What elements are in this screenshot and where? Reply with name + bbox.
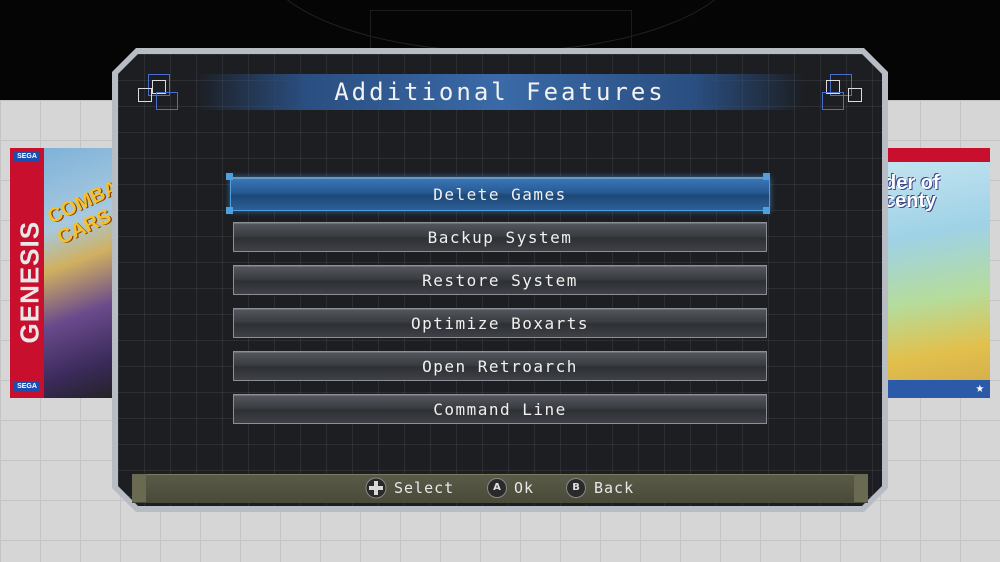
dpad-icon bbox=[365, 477, 387, 499]
boxart-artwork: COMBAT CARS bbox=[44, 148, 120, 398]
deco-squares-right-icon bbox=[822, 74, 862, 114]
menu-item-delete-games[interactable]: Delete Games bbox=[230, 177, 770, 211]
hint-select-label: Select bbox=[394, 479, 455, 497]
sega-logo-top: SEGA bbox=[14, 152, 40, 162]
boxart-right[interactable]: der of centy ★ bbox=[880, 148, 990, 398]
hint-back-label: Back bbox=[594, 479, 635, 497]
menu-item-open-retroarch[interactable]: Open Retroarch bbox=[233, 351, 767, 381]
selection-handle bbox=[763, 207, 770, 214]
footer-cap-right bbox=[854, 474, 868, 502]
boxart-top-strip bbox=[880, 148, 990, 162]
menu-item-command-line[interactable]: Command Line bbox=[233, 394, 767, 424]
boxart-title: der of centy bbox=[884, 172, 940, 212]
boxart-title: COMBAT CARS bbox=[44, 171, 120, 250]
b-button-icon[interactable]: B bbox=[566, 478, 586, 498]
background-frame bbox=[370, 10, 632, 52]
hint-ok-label: Ok bbox=[514, 479, 535, 497]
screen: SEGA GENESIS SEGA COMBAT CARS der of cen… bbox=[0, 0, 1000, 562]
menu-item-optimize-boxarts[interactable]: Optimize Boxarts bbox=[233, 308, 767, 338]
selection-handle bbox=[226, 207, 233, 214]
selection-handle bbox=[226, 173, 233, 180]
a-button-icon[interactable]: A bbox=[487, 478, 507, 498]
star-icon: ★ bbox=[975, 380, 984, 396]
selection-handle bbox=[763, 173, 770, 180]
boxart-bottom-strip bbox=[880, 380, 990, 398]
menu-item-restore-system[interactable]: Restore System bbox=[233, 265, 767, 295]
footer-cap-left bbox=[132, 474, 146, 502]
sega-logo-bottom: SEGA bbox=[14, 382, 40, 392]
deco-squares-left-icon bbox=[138, 74, 178, 114]
boxart-spine: SEGA GENESIS SEGA bbox=[10, 148, 45, 398]
menu-item-backup-system[interactable]: Backup System bbox=[233, 222, 767, 252]
platform-label: GENESIS bbox=[14, 220, 45, 344]
dialog-title: Additional Features bbox=[334, 78, 666, 106]
boxart-left[interactable]: SEGA GENESIS SEGA COMBAT CARS bbox=[10, 148, 120, 398]
